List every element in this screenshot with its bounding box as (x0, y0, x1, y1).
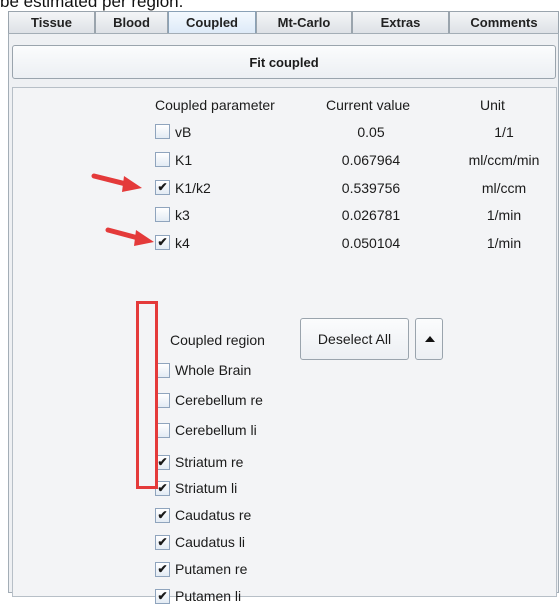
region-checkbox[interactable]: ✔ (155, 535, 170, 550)
tab-coupled[interactable]: Coupled (168, 11, 256, 33)
param-value: 0.05 (357, 124, 385, 140)
tab-mt-carlo[interactable]: Mt-Carlo (256, 11, 352, 33)
param-value: 0.539756 (341, 180, 401, 196)
param-name: K1 (175, 152, 193, 168)
region-name: Whole Brain (175, 362, 252, 378)
tab-tissue[interactable]: Tissue (8, 11, 95, 33)
region-item: ✔ Putamen re (13, 558, 558, 582)
region-name: Striatum li (175, 480, 238, 496)
param-value: 0.050104 (341, 235, 401, 251)
param-unit: ml/ccm/min (468, 152, 540, 168)
param-name: K1/k2 (175, 180, 211, 196)
region-name: Putamen re (175, 561, 248, 577)
param-row-k4: ✔ k4 0.050104 1/min (13, 233, 558, 255)
region-name: Striatum re (175, 454, 244, 470)
region-checkbox[interactable]: ✔ (155, 508, 170, 523)
param-unit: 1/1 (494, 124, 514, 140)
param-name: vB (175, 124, 192, 140)
region-item: Cerebellum li (13, 419, 558, 443)
region-checkbox[interactable]: ✔ (155, 589, 170, 604)
coupled-panel: Fit coupled Coupled parameter Current va… (8, 33, 559, 604)
param-unit: 1/min (486, 207, 522, 223)
region-name: Caudatus li (175, 534, 246, 550)
deselect-all-button[interactable]: Deselect All (300, 318, 409, 360)
region-name: Caudatus re (175, 507, 252, 523)
header-current-value: Current value (326, 97, 411, 113)
region-item: Cerebellum re (13, 389, 558, 413)
tab-extras[interactable]: Extras (352, 11, 449, 33)
param-checkbox-k1-k2[interactable]: ✔ (155, 180, 170, 195)
param-checkbox-vb[interactable] (155, 124, 170, 139)
coupled-content: Coupled parameter Current value Unit vB … (12, 87, 558, 604)
coupled-region-label: Coupled region (170, 332, 265, 348)
tab-comments[interactable]: Comments (449, 11, 559, 33)
param-row-k3: k3 0.026781 1/min (13, 205, 558, 227)
region-item: Whole Brain (13, 359, 558, 383)
header-unit: Unit (480, 97, 505, 113)
region-item: ✔ Caudatus re (13, 504, 558, 528)
region-item: ✔ Striatum li (13, 477, 558, 501)
tab-bar: Tissue Blood Coupled Mt-Carlo Extras Com… (0, 11, 559, 34)
param-checkbox-k3[interactable] (155, 207, 170, 222)
param-row-k1: K1 0.067964 ml/ccm/min (13, 150, 558, 172)
param-checkbox-k1[interactable] (155, 152, 170, 167)
param-unit: 1/min (486, 235, 522, 251)
region-item: ✔ Caudatus li (13, 531, 558, 555)
annotation-arrow-icon (105, 227, 154, 246)
param-name: k4 (175, 235, 190, 251)
annotation-arrow-icon (91, 173, 142, 192)
annotation-highlight-box (136, 301, 158, 489)
tab-blood[interactable]: Blood (95, 11, 168, 33)
param-row-vb: vB 0.05 1/1 (13, 122, 558, 144)
param-name: k3 (175, 207, 190, 223)
param-unit: ml/ccm (481, 180, 527, 196)
region-name: Putamen li (175, 588, 242, 604)
header-coupled-parameter: Coupled parameter (155, 97, 275, 113)
region-checkbox[interactable]: ✔ (155, 562, 170, 577)
region-name: Cerebellum li (175, 422, 257, 438)
collapse-up-button[interactable] (415, 318, 443, 360)
region-item: ✔ Striatum re (13, 451, 558, 475)
region-name: Cerebellum re (175, 392, 263, 408)
param-value: 0.067964 (341, 152, 401, 168)
triangle-up-icon (425, 336, 435, 342)
param-value: 0.026781 (341, 207, 401, 223)
region-item: ✔ Putamen li (13, 585, 558, 609)
fit-coupled-button[interactable]: Fit coupled (12, 45, 556, 79)
